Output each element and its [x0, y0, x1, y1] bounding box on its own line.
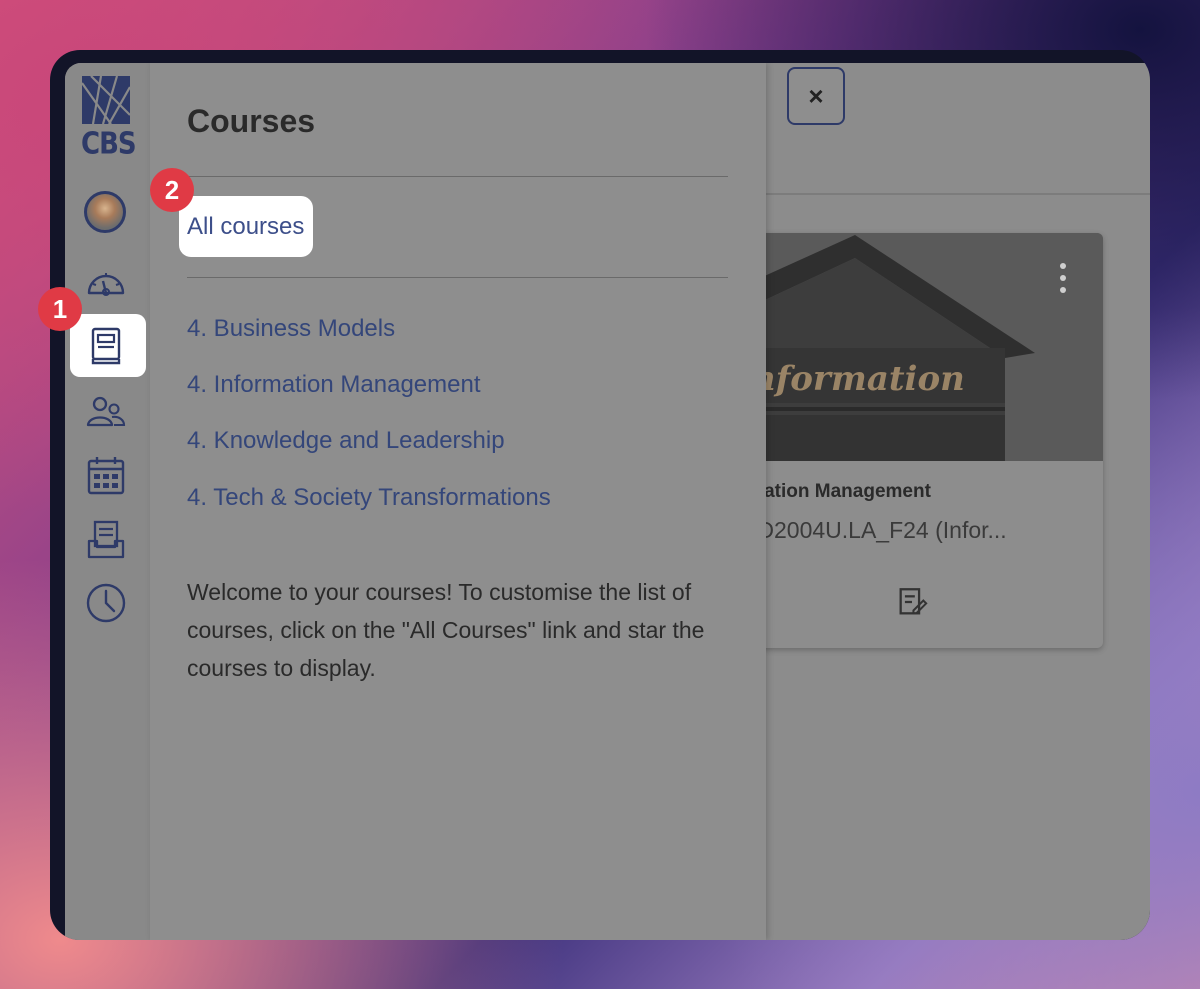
nav-calendar[interactable]	[83, 453, 129, 499]
courses-tray: Courses All courses 4. Business Models 4…	[150, 63, 845, 940]
canvas-screen: Information Information Management CMAO2…	[65, 63, 1150, 940]
cbs-logo[interactable]: CBS	[81, 75, 137, 162]
tray-divider-bottom	[187, 277, 728, 278]
course-link[interactable]: 4. Tech & Society Transformations	[187, 484, 551, 512]
nav-courses[interactable]	[83, 323, 129, 369]
global-nav: CBS	[65, 63, 150, 940]
all-courses-link[interactable]: All courses	[187, 213, 304, 241]
course-link[interactable]: 4. Knowledge and Leadership	[187, 427, 505, 455]
card-options-icon[interactable]	[1059, 263, 1067, 303]
groups-people-icon	[86, 396, 126, 427]
courses-book-icon	[91, 327, 121, 365]
app-window: Information Information Management CMAO2…	[50, 50, 1150, 940]
nav-groups[interactable]	[83, 389, 129, 435]
step-badge-2: 2	[150, 168, 194, 212]
nav-dashboard[interactable]	[83, 259, 129, 305]
step-badge-1: 1	[38, 287, 82, 331]
course-link[interactable]: 4. Information Management	[187, 371, 481, 399]
close-tray-button[interactable]: ×	[787, 67, 845, 125]
history-clock-icon	[86, 583, 126, 623]
inbox-icon	[87, 520, 125, 559]
cbs-logo-mark-icon	[81, 75, 131, 125]
dashboard-divider	[766, 193, 1150, 195]
dashboard-gauge-icon	[87, 273, 125, 296]
course-link[interactable]: 4. Business Models	[187, 315, 395, 343]
assignments-icon[interactable]	[895, 585, 929, 619]
calendar-icon	[87, 457, 125, 495]
card-image-text: Information	[735, 359, 965, 399]
tray-title: Courses	[187, 103, 316, 139]
nav-history[interactable]	[83, 580, 129, 626]
nav-inbox[interactable]	[83, 517, 129, 563]
welcome-message: Welcome to your courses! To customise th…	[187, 579, 705, 681]
tray-divider-top	[187, 176, 728, 177]
logo-text: CBS	[81, 127, 137, 162]
account-avatar[interactable]	[84, 191, 126, 233]
